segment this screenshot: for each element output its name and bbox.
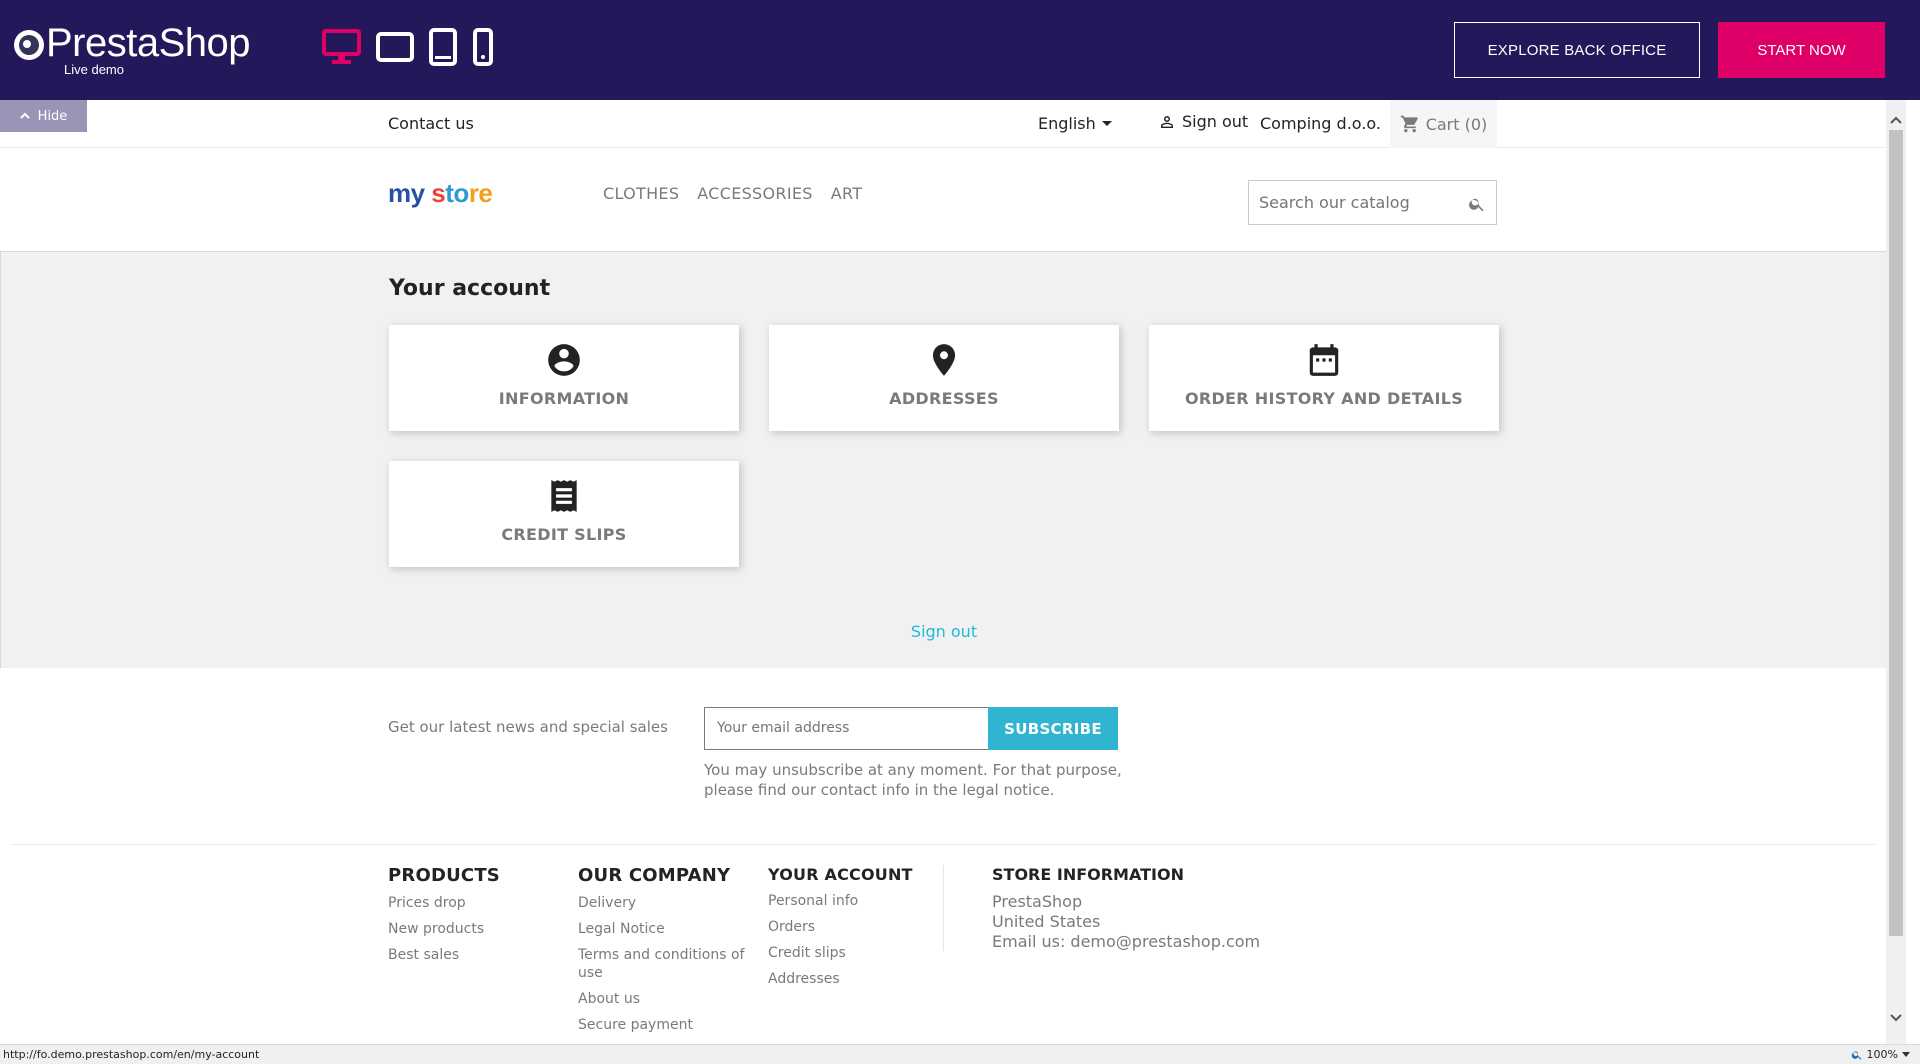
cart-button[interactable]: Cart (0) [1390, 100, 1497, 148]
signout-bottom-link[interactable]: Sign out [1, 622, 1887, 641]
scrollbar-thumb[interactable] [1889, 130, 1903, 936]
menu-item-art[interactable]: ART [831, 184, 863, 203]
zoom-control[interactable]: 100% [1851, 1048, 1910, 1061]
store-country: United States [992, 912, 1101, 931]
location-pin-icon [932, 344, 956, 376]
zoom-level: 100% [1866, 1048, 1898, 1061]
footer-link-delivery[interactable]: Delivery [578, 894, 748, 912]
search-box [1248, 180, 1497, 225]
footer-link-about-us[interactable]: About us [578, 990, 748, 1008]
category-menu: CLOTHES ACCESSORIES ART [603, 184, 862, 203]
order-history-tile[interactable]: ORDER HISTORY AND DETAILS [1149, 325, 1499, 431]
chevron-up-icon [19, 112, 30, 119]
footer-link-personal-info[interactable]: Personal info [768, 892, 913, 910]
account-section: Your account INFORMATION ADDRESSES ORDER… [0, 252, 1886, 668]
footer-link-secure-payment[interactable]: Secure payment [578, 1016, 748, 1034]
window-edge [1906, 100, 1920, 1044]
footer-link-terms[interactable]: Terms and conditions of use [578, 946, 748, 982]
user-icon [1161, 115, 1173, 128]
credit-slips-tile[interactable]: CREDIT SLIPS [389, 461, 739, 567]
hide-demo-bar-button[interactable]: Hide [0, 100, 87, 132]
status-url: http://fo.demo.prestashop.com/en/my-acco… [3, 1048, 260, 1061]
tablet-portrait-icon[interactable] [428, 28, 458, 66]
email-field[interactable] [717, 720, 977, 736]
hide-label: Hide [37, 108, 68, 124]
scroll-down-arrow-icon[interactable] [1890, 1012, 1902, 1024]
footer-link-legal-notice[interactable]: Legal Notice [578, 920, 748, 938]
store-info-title: STORE INFORMATION [992, 865, 1184, 884]
logo-part: my [388, 178, 425, 208]
brand-name: PrestaShop [46, 21, 251, 65]
footer-company-column: OUR COMPANY Delivery Legal Notice Terms … [578, 865, 748, 1042]
page-scrollbar[interactable] [1886, 100, 1906, 1044]
demo-top-bar: PrestaShop Live demo EXPLORE BACK OFFICE… [0, 0, 1920, 100]
newsletter-note: You may unsubscribe at any moment. For t… [704, 761, 1122, 799]
store-name: PrestaShop [992, 892, 1083, 911]
explore-back-office-button[interactable]: EXPLORE BACK OFFICE [1454, 22, 1700, 78]
tile-label: INFORMATION [498, 389, 630, 408]
contact-us-link[interactable]: Contact us [388, 114, 474, 133]
prestashop-logo[interactable]: PrestaShop Live demo [14, 21, 251, 77]
addresses-tile[interactable]: ADDRESSES [769, 325, 1119, 431]
browser-status-bar: http://fo.demo.prestashop.com/en/my-acco… [0, 1044, 1920, 1064]
signout-label: Sign out [1182, 112, 1249, 131]
store-information: STORE INFORMATION PrestaShop United Stat… [992, 865, 1260, 952]
desktop-icon[interactable] [322, 28, 362, 66]
footer-products-column: PRODUCTS Prices drop New products Best s… [388, 865, 500, 972]
store-email: Email us: demo@prestashop.com [992, 932, 1261, 951]
my-store-logo[interactable]: my store [388, 178, 493, 209]
search-icon[interactable] [1468, 195, 1486, 213]
logo-part: re [468, 178, 493, 208]
menu-item-accessories[interactable]: ACCESSORIES [697, 184, 812, 203]
footer-account-column: YOUR ACCOUNT Personal info Orders Credit… [768, 865, 913, 996]
cart-label: Cart (0) [1425, 114, 1488, 134]
search-input[interactable] [1259, 193, 1459, 212]
page-title: Your account [389, 276, 551, 301]
zoom-icon [1851, 1051, 1861, 1060]
language-label: English [1038, 114, 1096, 133]
footer-account-title[interactable]: YOUR ACCOUNT [768, 865, 913, 884]
puffin-icon [14, 30, 44, 60]
menu-item-clothes[interactable]: CLOTHES [603, 184, 679, 203]
newsletter-label: Get our latest news and special sales [388, 718, 668, 736]
store-nav-bar: Contact us English Sign out Comping d.o.… [0, 100, 1886, 148]
footer-company-title: OUR COMPANY [578, 865, 731, 886]
tablet-landscape-icon[interactable] [376, 31, 414, 63]
footer-link-orders[interactable]: Orders [768, 918, 913, 936]
caret-down-icon [1101, 121, 1112, 126]
signout-bottom-label: Sign out [910, 622, 978, 641]
information-tile[interactable]: INFORMATION [389, 325, 739, 431]
footer-link-credit-slips[interactable]: Credit slips [768, 944, 913, 962]
subscribe-button[interactable]: SUBSCRIBE [988, 707, 1118, 750]
signout-link[interactable]: Sign out [1158, 112, 1248, 131]
start-now-button[interactable]: START NOW [1718, 22, 1885, 78]
footer-link-new-products[interactable]: New products [388, 920, 500, 938]
tile-label: ORDER HISTORY AND DETAILS [1184, 389, 1464, 408]
footer-column-separator [943, 865, 944, 951]
tile-label: CREDIT SLIPS [501, 525, 627, 544]
caret-down-icon [1902, 1051, 1910, 1057]
footer-link-prices-drop[interactable]: Prices drop [388, 894, 500, 912]
language-selector[interactable]: English [1038, 114, 1112, 133]
newsletter-block: Get our latest news and special sales SU… [0, 668, 1886, 845]
footer-products-title: PRODUCTS [388, 865, 500, 886]
calendar-icon [1309, 344, 1339, 376]
store-header: my store CLOTHES ACCESSORIES ART [0, 148, 1886, 252]
receipt-icon [551, 480, 577, 512]
account-circle-icon [548, 344, 580, 376]
shopping-cart-icon [1400, 115, 1418, 133]
device-switcher [322, 28, 494, 66]
footer-link-best-sales[interactable]: Best sales [388, 946, 500, 964]
logo-part: s [424, 178, 446, 208]
tile-label: ADDRESSES [889, 389, 999, 408]
email-field-box [704, 707, 989, 750]
logo-part: to [445, 178, 469, 208]
footer: PRODUCTS Prices drop New products Best s… [0, 845, 1886, 1044]
scroll-up-arrow-icon[interactable] [1890, 114, 1902, 126]
footer-link-addresses[interactable]: Addresses [768, 970, 913, 988]
customer-name-link[interactable]: Comping d.o.o. [1260, 114, 1381, 133]
mobile-icon[interactable] [472, 28, 494, 66]
